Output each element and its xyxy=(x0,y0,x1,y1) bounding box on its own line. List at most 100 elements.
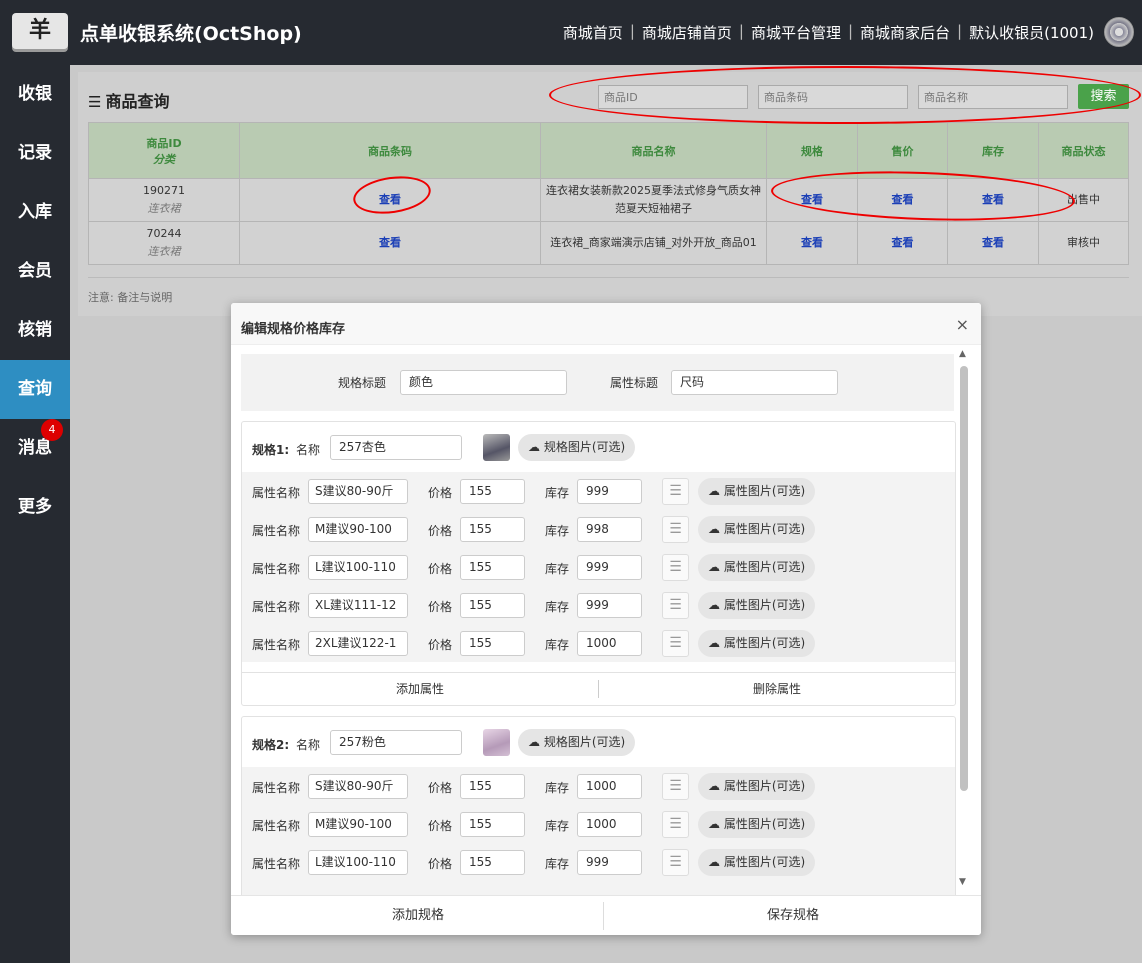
attr-image-upload-button[interactable]: ☁ 属性图片(可选) xyxy=(698,554,816,581)
stock-input[interactable]: 999 xyxy=(577,593,642,618)
price-input[interactable]: 155 xyxy=(460,593,525,618)
price-label: 价格 xyxy=(428,638,453,652)
sidebar-item-cashier[interactable]: 收银 xyxy=(0,65,70,124)
dialog-scrollbar[interactable]: ▲ ▼ xyxy=(959,349,968,887)
spec-name-input[interactable]: 257粉色 xyxy=(330,730,462,755)
stock-label: 库存 xyxy=(545,524,570,538)
nav-cashier-user[interactable]: 默认收银员(1001) xyxy=(967,22,1096,43)
avatar[interactable] xyxy=(1104,17,1134,47)
sidebar-item-members[interactable]: 会员 xyxy=(0,242,70,301)
dialog-header: 编辑规格价格库存 × xyxy=(231,303,981,345)
price-input[interactable]: 155 xyxy=(460,479,525,504)
layers-icon[interactable]: ☰ xyxy=(662,773,689,800)
attr-image-upload-button[interactable]: ☁ 属性图片(可选) xyxy=(698,478,816,505)
spec-name-input[interactable]: 257杏色 xyxy=(330,435,462,460)
view-stock-link[interactable]: 查看 xyxy=(982,236,1004,249)
sidebar-item-stock-in[interactable]: 入库 xyxy=(0,183,70,242)
stock-input[interactable]: 1000 xyxy=(577,631,642,656)
attr-list: 属性名称 S建议80-90斤 价格 155 库存 1000 ☰ ☁ 属性图片(可… xyxy=(242,767,955,895)
layers-icon[interactable]: ☰ xyxy=(662,516,689,543)
stock-label: 库存 xyxy=(545,600,570,614)
price-input[interactable]: 155 xyxy=(460,812,525,837)
attr-name-input[interactable]: M建议90-100 xyxy=(308,812,408,837)
scroll-down-icon[interactable]: ▼ xyxy=(959,877,966,887)
attr-image-upload-button[interactable]: ☁ 属性图片(可选) xyxy=(698,516,816,543)
attr-image-label: 属性图片(可选) xyxy=(723,598,806,612)
attr-image-label: 属性图片(可选) xyxy=(723,560,806,574)
cell-price: 查看 xyxy=(857,221,948,265)
spec-title-input[interactable]: 颜色 xyxy=(400,370,567,395)
attr-image-upload-button[interactable]: ☁ 属性图片(可选) xyxy=(698,592,816,619)
attr-name-input[interactable]: L建议100-110 xyxy=(308,555,408,580)
col-name: 商品名称 xyxy=(540,122,767,179)
stock-input[interactable]: 1000 xyxy=(577,774,642,799)
stock-input[interactable]: 1000 xyxy=(577,812,642,837)
layers-icon[interactable]: ☰ xyxy=(662,630,689,657)
sidebar-item-query[interactable]: 查询 xyxy=(0,360,70,419)
attr-image-upload-button[interactable]: ☁ 属性图片(可选) xyxy=(698,849,816,876)
nav-separator: | xyxy=(738,22,744,40)
price-input[interactable]: 155 xyxy=(460,631,525,656)
stock-input[interactable]: 998 xyxy=(577,517,642,542)
cell-name: 连衣裙_商家端演示店铺_对外开放_商品01 xyxy=(540,221,767,265)
attr-title-label: 属性标题 xyxy=(610,376,659,390)
layers-icon[interactable]: ☰ xyxy=(662,554,689,581)
layers-icon[interactable]: ☰ xyxy=(662,478,689,505)
view-spec-link[interactable]: 查看 xyxy=(801,236,823,249)
spec-image-upload-button[interactable]: ☁ 规格图片(可选) xyxy=(518,729,636,756)
delete-attr-button[interactable]: 删除属性 xyxy=(599,673,955,706)
price-input[interactable]: 155 xyxy=(460,517,525,542)
attr-image-upload-button[interactable]: ☁ 属性图片(可选) xyxy=(698,811,816,838)
close-icon[interactable]: × xyxy=(956,315,969,334)
attr-name-input[interactable]: S建议80-90斤 xyxy=(308,774,408,799)
scroll-up-icon[interactable]: ▲ xyxy=(959,349,966,359)
attr-name-input[interactable]: 2XL建议122-1 xyxy=(308,631,408,656)
nav-merchant-backend[interactable]: 商城商家后台 xyxy=(858,22,952,43)
sidebar-item-label: 核销 xyxy=(18,320,52,340)
save-spec-button[interactable]: 保存规格 xyxy=(606,896,980,935)
sidebar: 收银 记录 入库 会员 核销 查询 消息 4 更多 xyxy=(0,65,70,963)
spec-image-upload-button[interactable]: ☁ 规格图片(可选) xyxy=(518,434,636,461)
attr-title-input[interactable]: 尺码 xyxy=(671,370,838,395)
view-price-link[interactable]: 查看 xyxy=(892,236,914,249)
stock-input[interactable]: 999 xyxy=(577,555,642,580)
view-barcode-link[interactable]: 查看 xyxy=(379,236,401,249)
add-attr-button[interactable]: 添加属性 xyxy=(242,673,598,706)
note-text: 注意: 备注与说明 xyxy=(88,291,173,304)
scrollbar-thumb[interactable] xyxy=(960,366,968,791)
attr-name-input[interactable]: XL建议111-12 xyxy=(308,593,408,618)
spec-name-label: 名称 xyxy=(296,443,321,457)
price-input[interactable]: 155 xyxy=(460,850,525,875)
attr-name-input[interactable]: L建议100-110 xyxy=(308,850,408,875)
layers-icon[interactable]: ☰ xyxy=(662,811,689,838)
attr-name-input[interactable]: S建议80-90斤 xyxy=(308,479,408,504)
sidebar-item-verify[interactable]: 核销 xyxy=(0,301,70,360)
nav-platform-admin[interactable]: 商城平台管理 xyxy=(749,22,843,43)
spec-image-thumbnail[interactable] xyxy=(483,434,510,461)
nav-mall-home[interactable]: 商城首页 xyxy=(561,22,625,43)
attr-row: 属性名称 S建议80-90斤 价格 155 库存 999 ☰ ☁ 属性图片(可选… xyxy=(242,472,955,510)
layers-icon[interactable]: ☰ xyxy=(662,592,689,619)
attr-name-input[interactable]: M建议90-100 xyxy=(308,517,408,542)
attr-image-upload-button[interactable]: ☁ 属性图片(可选) xyxy=(698,773,816,800)
add-spec-button[interactable]: 添加规格 xyxy=(231,896,605,935)
layers-icon[interactable]: ☰ xyxy=(662,849,689,876)
spec-titles-row: 规格标题 颜色 属性标题 尺码 xyxy=(241,354,954,411)
attr-image-upload-button[interactable]: ☁ 属性图片(可选) xyxy=(698,630,816,657)
price-label: 价格 xyxy=(428,781,453,795)
table-row: 70244 连衣裙 查看 连衣裙_商家端演示店铺_对外开放_商品01 查看 查看 … xyxy=(88,221,1129,265)
sidebar-item-more[interactable]: 更多 xyxy=(0,478,70,537)
stock-input[interactable]: 999 xyxy=(577,850,642,875)
price-input[interactable]: 155 xyxy=(460,774,525,799)
nav-shop-home[interactable]: 商城店铺首页 xyxy=(640,22,734,43)
cloud-upload-icon: ☁ xyxy=(708,484,724,498)
cloud-upload-icon: ☁ xyxy=(708,855,724,869)
spec-image-thumbnail[interactable] xyxy=(483,729,510,756)
stock-input[interactable]: 999 xyxy=(577,479,642,504)
price-input[interactable]: 155 xyxy=(460,555,525,580)
attr-row: 属性名称 S建议80-90斤 价格 155 库存 1000 ☰ ☁ 属性图片(可… xyxy=(242,767,955,805)
sidebar-item-label: 记录 xyxy=(18,143,52,163)
sidebar-item-messages[interactable]: 消息 4 xyxy=(0,419,70,478)
spec-image-label: 规格图片(可选) xyxy=(543,440,626,454)
sidebar-item-records[interactable]: 记录 xyxy=(0,124,70,183)
